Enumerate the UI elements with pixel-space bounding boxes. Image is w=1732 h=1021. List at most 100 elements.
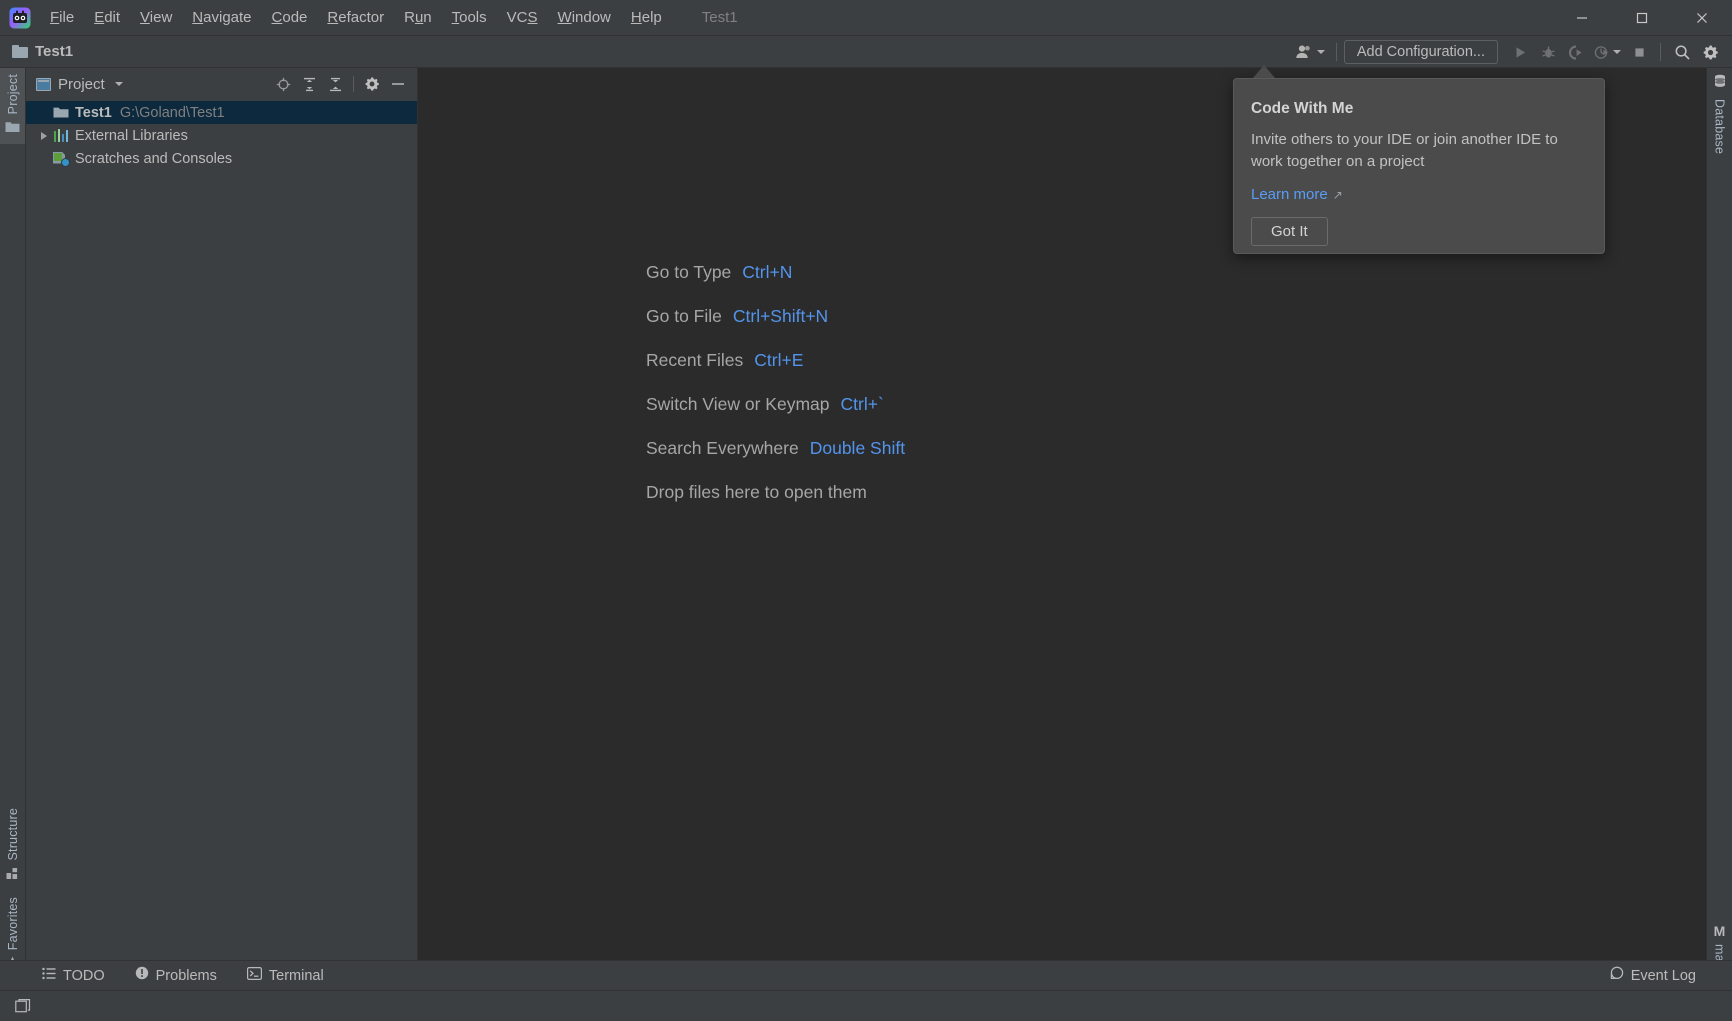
sidebar-item-project[interactable]: Project <box>0 68 25 145</box>
hint-shortcut-label: Ctrl+Shift+N <box>732 305 829 326</box>
right-tool-window-stripe: Database M make <box>1706 68 1732 981</box>
run-with-coverage-button[interactable] <box>1562 39 1590 65</box>
menu-item-navigate[interactable]: Navigate <box>182 6 261 30</box>
select-opened-file-button[interactable] <box>270 71 296 97</box>
hide-panel-button[interactable] <box>385 71 411 97</box>
expand-all-icon <box>303 77 315 91</box>
hint-shortcut-label: Ctrl+E <box>754 349 804 370</box>
window-controls <box>1552 0 1732 36</box>
library-icon <box>52 124 70 147</box>
minimize-icon <box>1577 17 1587 19</box>
sidebar-item-label: Structure <box>5 808 20 861</box>
tool-window-status-bar: TODO Problems Terminal Event Log <box>0 960 1732 990</box>
close-button[interactable] <box>1672 0 1732 36</box>
profiler-button[interactable] <box>1590 39 1625 65</box>
menu-item-help[interactable]: Help <box>621 6 672 30</box>
editor-hint-row: Go to File Ctrl+Shift+N <box>646 294 905 338</box>
structure-icon <box>6 867 19 885</box>
menu-item-code[interactable]: Code <box>262 6 318 30</box>
hint-action-label: Switch View or Keymap <box>646 393 830 414</box>
tree-row[interactable]: Scratches and Consoles <box>26 147 417 170</box>
editor-hints: Go to Type Ctrl+N Go to File Ctrl+Shift+N Re… <box>646 250 905 514</box>
problems-icon <box>135 966 149 985</box>
window-layout-icon <box>15 999 31 1013</box>
menu-item-vcs[interactable]: VCS <box>497 6 548 30</box>
navigation-toolbar: Test1 Add Configuration... <box>0 36 1732 68</box>
people-icon <box>1296 45 1310 58</box>
left-stripe-bottom: Structure Favorites <box>0 802 25 981</box>
got-it-button[interactable]: Got It <box>1251 217 1328 246</box>
status-tool-problems[interactable]: Problems <box>127 963 225 988</box>
chevron-down-icon <box>114 82 123 86</box>
project-panel-title: Project <box>58 75 105 93</box>
chevron-down-icon <box>1316 50 1325 54</box>
folder-icon <box>52 101 70 124</box>
tree-arrow-placeholder <box>36 147 52 170</box>
menu-item-refactor[interactable]: Refactor <box>317 6 394 30</box>
menu-item-file[interactable]: File <box>40 6 84 30</box>
debug-button[interactable] <box>1534 39 1562 65</box>
maximize-icon <box>1636 12 1648 24</box>
menu-item-window[interactable]: Window <box>548 6 621 30</box>
learn-more-label: Learn more <box>1251 186 1328 203</box>
code-with-me-button[interactable] <box>1291 39 1329 65</box>
sidebar-item-label: Favorites <box>5 896 20 950</box>
editor-hint-row: Search Everywhere Double Shift <box>646 426 905 470</box>
project-settings-button[interactable] <box>359 71 385 97</box>
tree-row[interactable]: Test1 G:\Goland\Test1 <box>26 101 417 124</box>
run-with-coverage-icon <box>1568 45 1582 60</box>
gear-icon <box>365 77 379 91</box>
add-configuration-button[interactable]: Add Configuration... <box>1343 40 1498 64</box>
status-tool-todo[interactable]: TODO <box>34 964 113 988</box>
collapse-all-button[interactable] <box>322 71 348 97</box>
menu-item-tools[interactable]: Tools <box>442 6 497 30</box>
toolbar-separator <box>1660 43 1661 61</box>
left-tool-window-stripe: Project Structure Favorites <box>0 68 26 981</box>
hint-shortcut-label: Ctrl+` <box>840 393 884 414</box>
status-bar <box>0 990 1732 1021</box>
search-everywhere-button[interactable] <box>1668 39 1696 65</box>
toggle-tool-window-bars-button[interactable] <box>14 997 32 1015</box>
sidebar-item-structure[interactable]: Structure <box>0 802 25 891</box>
code-with-me-popup: Code With Me Invite others to your IDE o… <box>1233 78 1605 254</box>
menu-item-view[interactable]: View <box>130 6 182 30</box>
breadcrumb[interactable]: Test1 <box>12 43 73 60</box>
make-icon: M <box>1713 922 1726 939</box>
hint-action-label: Drop files here to open them <box>646 481 867 502</box>
status-tool-terminal[interactable]: Terminal <box>239 964 332 988</box>
status-tool-event-log[interactable]: Event Log <box>1602 963 1704 988</box>
menu-bar[interactable]: File Edit View Navigate Code Refactor Run Tools… <box>40 0 672 35</box>
run-button[interactable] <box>1506 39 1534 65</box>
hint-action-label: Go to Type <box>646 261 732 282</box>
select-opened-file-icon <box>276 77 290 91</box>
title-bar: File Edit View Navigate Code Refactor Run Tools… <box>0 0 1732 36</box>
stop-button[interactable] <box>1625 39 1653 65</box>
project-toolbar-separator <box>353 76 354 92</box>
hint-action-label: Recent Files <box>646 349 744 370</box>
settings-button[interactable] <box>1696 39 1724 65</box>
debug-icon <box>1541 46 1555 57</box>
status-tool-label: Terminal <box>268 967 324 984</box>
project-window-icon <box>36 77 51 91</box>
menu-item-run[interactable]: Run <box>394 6 442 30</box>
tree-row-label: Scratches and Consoles <box>75 150 233 167</box>
maximize-button[interactable] <box>1612 0 1672 36</box>
menu-item-edit[interactable]: Edit <box>84 6 130 30</box>
terminal-icon <box>246 966 262 985</box>
project-tree[interactable]: Test1 G:\Goland\Test1 External Libraries <box>26 100 417 981</box>
sidebar-item-database[interactable]: Database <box>1707 68 1732 160</box>
sidebar-item-label: Project <box>5 74 20 115</box>
popup-arrow <box>1253 65 1275 78</box>
expand-arrow-icon[interactable] <box>36 124 52 147</box>
editor-hint-row: Go to Type Ctrl+N <box>646 250 905 294</box>
learn-more-link[interactable]: Learn more ↗ <box>1251 186 1343 203</box>
tree-row[interactable]: External Libraries <box>26 124 417 147</box>
breadcrumb-label: Test1 <box>35 43 74 60</box>
minimize-button[interactable] <box>1552 0 1612 36</box>
expand-all-button[interactable] <box>296 71 322 97</box>
gear-icon <box>1703 44 1718 59</box>
project-view-selector[interactable]: Project <box>36 76 123 93</box>
status-tool-label: TODO <box>63 967 105 984</box>
tree-row-path: G:\Goland\Test1 <box>119 104 225 121</box>
popup-body: Invite others to your IDE or join anothe… <box>1251 131 1558 170</box>
